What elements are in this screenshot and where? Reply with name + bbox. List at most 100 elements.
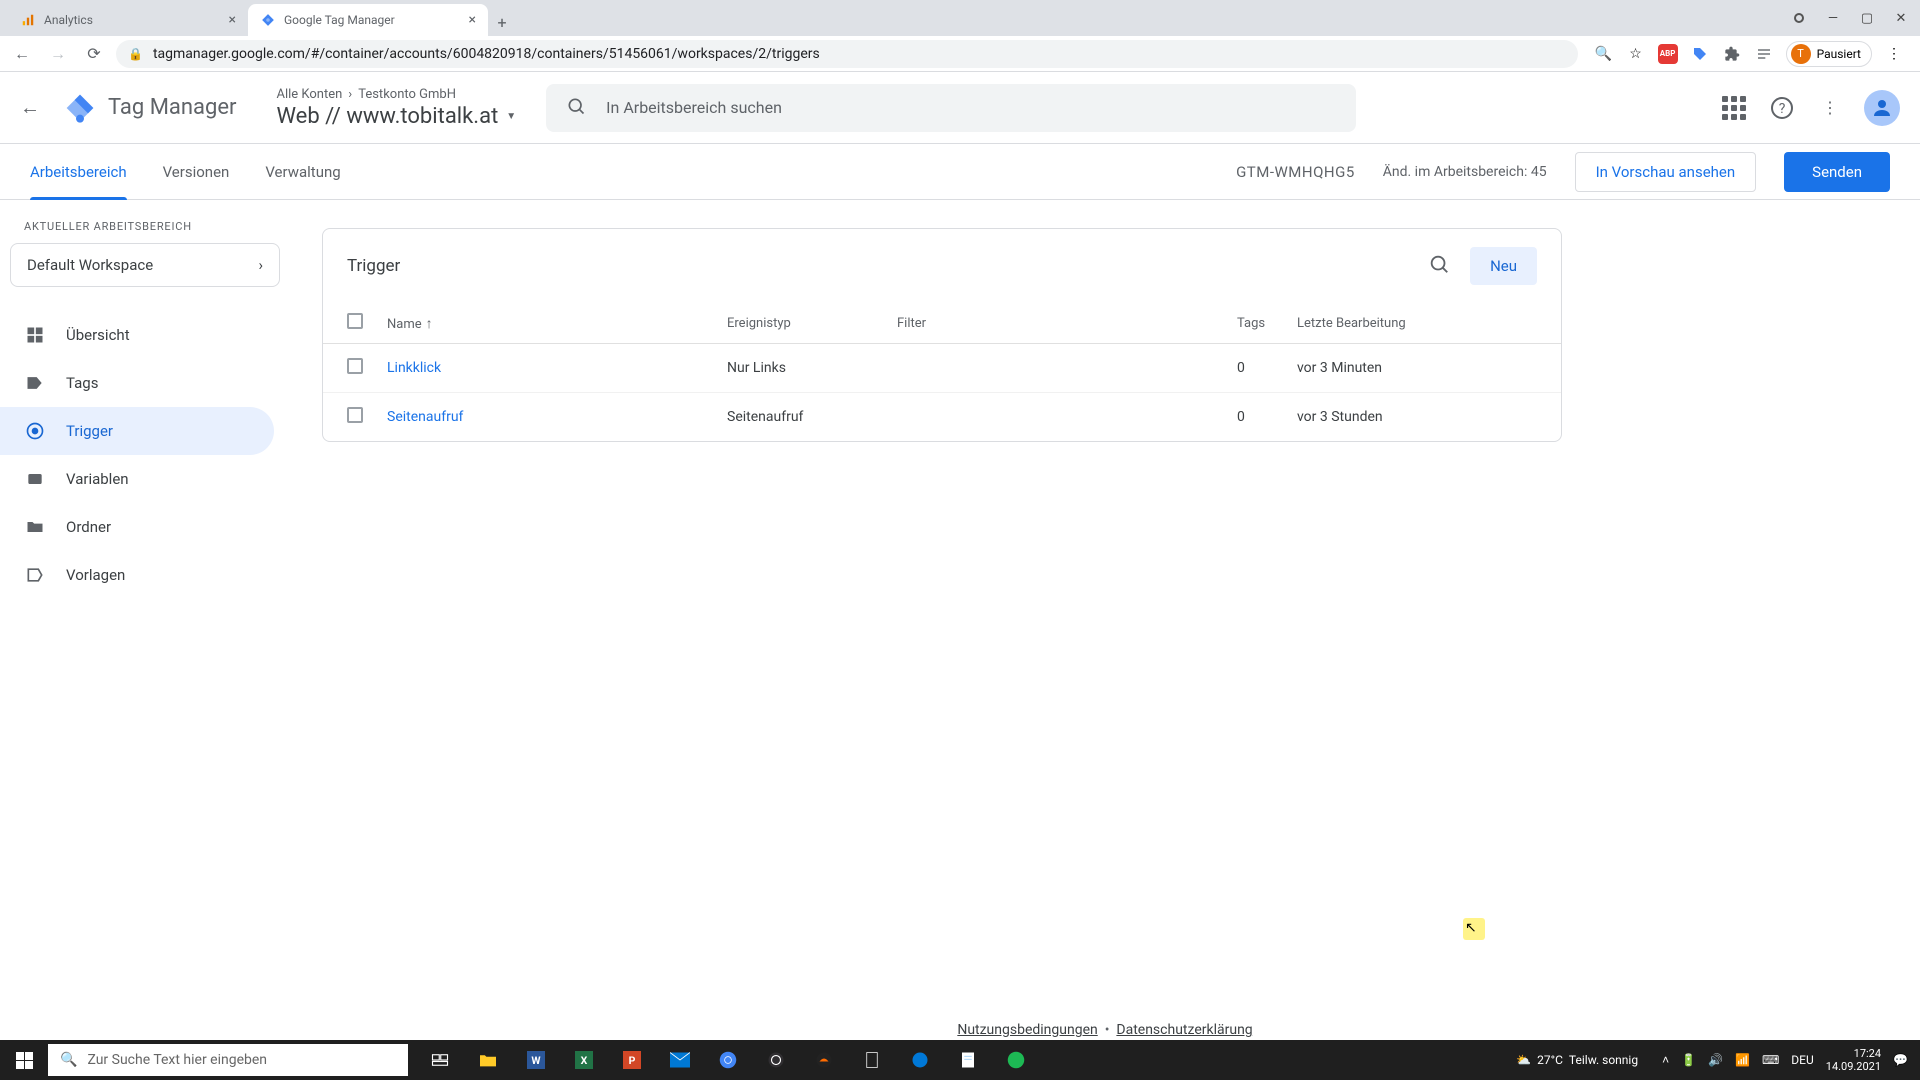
- powerpoint-icon[interactable]: P: [608, 1040, 656, 1080]
- tab-close-icon[interactable]: ×: [469, 12, 476, 28]
- volume-icon[interactable]: 🔊: [1708, 1053, 1723, 1067]
- word-icon[interactable]: W: [512, 1040, 560, 1080]
- workspace-search[interactable]: In Arbeitsbereich suchen: [546, 84, 1356, 132]
- weather-desc: Teilw. sonnig: [1569, 1053, 1638, 1067]
- address-bar[interactable]: 🔒 tagmanager.google.com/#/container/acco…: [116, 40, 1578, 68]
- column-event[interactable]: Ereignistyp: [727, 316, 897, 331]
- column-edit[interactable]: Letzte Bearbeitung: [1297, 316, 1537, 331]
- tab-versions[interactable]: Versionen: [163, 147, 230, 197]
- row-checkbox[interactable]: [347, 407, 363, 423]
- breadcrumb: Alle Konten › Testkonto GmbH: [276, 87, 516, 102]
- clock[interactable]: 17:24 14.09.2021: [1826, 1047, 1881, 1073]
- tab-close-icon[interactable]: ×: [229, 12, 236, 28]
- date: 14.09.2021: [1826, 1060, 1881, 1073]
- folder-icon: [24, 516, 46, 538]
- submit-button[interactable]: Senden: [1784, 152, 1890, 192]
- reading-list-icon[interactable]: [1754, 44, 1774, 64]
- trigger-name-link[interactable]: Linkklick: [387, 360, 727, 376]
- privacy-link[interactable]: Datenschutzerklärung: [1116, 1022, 1252, 1038]
- sidebar-item-overview[interactable]: Übersicht: [0, 311, 274, 359]
- obs-icon[interactable]: [752, 1040, 800, 1080]
- spotify-icon[interactable]: [992, 1040, 1040, 1080]
- trigger-card: Trigger Neu Name↑ Ereignistyp Filter Tag…: [322, 228, 1562, 442]
- maximize-icon[interactable]: ▢: [1852, 3, 1882, 33]
- tag-extension-icon[interactable]: [1690, 44, 1710, 64]
- sidebar-item-folders[interactable]: Ordner: [0, 503, 274, 551]
- container-selector[interactable]: Alle Konten › Testkonto GmbH Web // www.…: [276, 87, 516, 129]
- column-name[interactable]: Name↑: [387, 315, 727, 332]
- browser-tab-gtm[interactable]: Google Tag Manager ×: [248, 4, 488, 36]
- account-dot-icon[interactable]: [1784, 3, 1814, 33]
- table-row[interactable]: Linkklick Nur Links 0 vor 3 Minuten: [323, 344, 1561, 393]
- chrome-icon[interactable]: [704, 1040, 752, 1080]
- mail-icon[interactable]: [656, 1040, 704, 1080]
- profile-chip[interactable]: T Pausiert: [1786, 41, 1872, 67]
- tray-chevron-icon[interactable]: ˄: [1662, 1053, 1669, 1067]
- card-search-button[interactable]: [1428, 253, 1450, 280]
- explorer-icon[interactable]: [464, 1040, 512, 1080]
- new-trigger-button[interactable]: Neu: [1470, 247, 1537, 285]
- reload-button[interactable]: ⟳: [80, 40, 108, 68]
- row-checkbox[interactable]: [347, 358, 363, 374]
- sidebar-item-templates[interactable]: Vorlagen: [0, 551, 274, 599]
- edge-icon[interactable]: [896, 1040, 944, 1080]
- browser-menu-icon[interactable]: ⋮: [1884, 44, 1904, 64]
- column-tags[interactable]: Tags: [1237, 316, 1297, 331]
- apps-icon[interactable]: [1720, 94, 1748, 122]
- svg-text:W: W: [531, 1054, 541, 1067]
- chevron-right-icon: ›: [258, 256, 263, 274]
- svg-text:X: X: [581, 1054, 588, 1067]
- tab-admin[interactable]: Verwaltung: [265, 147, 340, 197]
- excel-icon[interactable]: X: [560, 1040, 608, 1080]
- help-icon[interactable]: ?: [1768, 94, 1796, 122]
- close-icon[interactable]: ✕: [1886, 3, 1916, 33]
- taskbar-search[interactable]: 🔍 Zur Suche Text hier eingeben: [48, 1044, 408, 1076]
- bookmark-icon[interactable]: ☆: [1626, 44, 1646, 64]
- user-avatar[interactable]: [1864, 90, 1900, 126]
- sidebar-item-variables[interactable]: Variablen: [0, 455, 274, 503]
- container-id[interactable]: GTM-WMHQHG5: [1236, 163, 1355, 181]
- sidebar-item-trigger[interactable]: Trigger: [0, 407, 274, 455]
- minimize-icon[interactable]: —: [1818, 3, 1848, 33]
- back-button[interactable]: ←: [8, 40, 36, 68]
- app-icon[interactable]: [848, 1040, 896, 1080]
- tab-title: Google Tag Manager: [284, 13, 395, 27]
- abp-extension-icon[interactable]: ABP: [1658, 44, 1678, 64]
- logo-block[interactable]: Tag Manager: [64, 92, 236, 124]
- breadcrumb-account[interactable]: Testkonto GmbH: [358, 87, 456, 102]
- more-icon[interactable]: ⋮: [1816, 94, 1844, 122]
- start-button[interactable]: [0, 1040, 48, 1080]
- notepad-icon[interactable]: [944, 1040, 992, 1080]
- forward-button[interactable]: →: [44, 40, 72, 68]
- app-icon[interactable]: [800, 1040, 848, 1080]
- language-indicator[interactable]: DEU: [1791, 1053, 1813, 1067]
- lock-icon: 🔒: [128, 47, 143, 61]
- terms-link[interactable]: Nutzungsbedingungen: [957, 1022, 1097, 1038]
- browser-tab-analytics[interactable]: Analytics ×: [8, 4, 248, 36]
- column-filter[interactable]: Filter: [897, 316, 1237, 331]
- battery-icon[interactable]: 🔋: [1681, 1053, 1696, 1067]
- weather-widget[interactable]: ⛅ 27°C Teilw. sonnig: [1516, 1053, 1638, 1067]
- preview-button[interactable]: In Vorschau ansehen: [1575, 152, 1757, 192]
- extensions-icon[interactable]: [1722, 44, 1742, 64]
- app-name: Tag Manager: [108, 95, 236, 120]
- workspace-changes[interactable]: Änd. im Arbeitsbereich: 45: [1383, 164, 1547, 180]
- app-back-button[interactable]: ←: [20, 95, 44, 120]
- new-tab-button[interactable]: +: [488, 8, 516, 36]
- table-row[interactable]: Seitenaufruf Seitenaufruf 0 vor 3 Stunde…: [323, 393, 1561, 441]
- search-icon: [566, 96, 586, 120]
- breadcrumb-all[interactable]: Alle Konten: [276, 87, 342, 102]
- cell-event: Nur Links: [727, 360, 897, 376]
- separator: •: [1101, 1022, 1116, 1038]
- keyboard-icon[interactable]: ⌨: [1762, 1053, 1779, 1067]
- zoom-icon[interactable]: 🔍: [1594, 44, 1614, 64]
- sidebar-item-label: Vorlagen: [66, 566, 125, 584]
- tab-workspace[interactable]: Arbeitsbereich: [30, 147, 127, 197]
- wifi-icon[interactable]: 📶: [1735, 1053, 1750, 1067]
- notifications-icon[interactable]: 💬: [1893, 1053, 1908, 1067]
- select-all-checkbox[interactable]: [347, 313, 363, 329]
- task-view-icon[interactable]: [416, 1040, 464, 1080]
- workspace-selector[interactable]: Default Workspace ›: [10, 243, 280, 287]
- sidebar-item-tags[interactable]: Tags: [0, 359, 274, 407]
- trigger-name-link[interactable]: Seitenaufruf: [387, 409, 727, 425]
